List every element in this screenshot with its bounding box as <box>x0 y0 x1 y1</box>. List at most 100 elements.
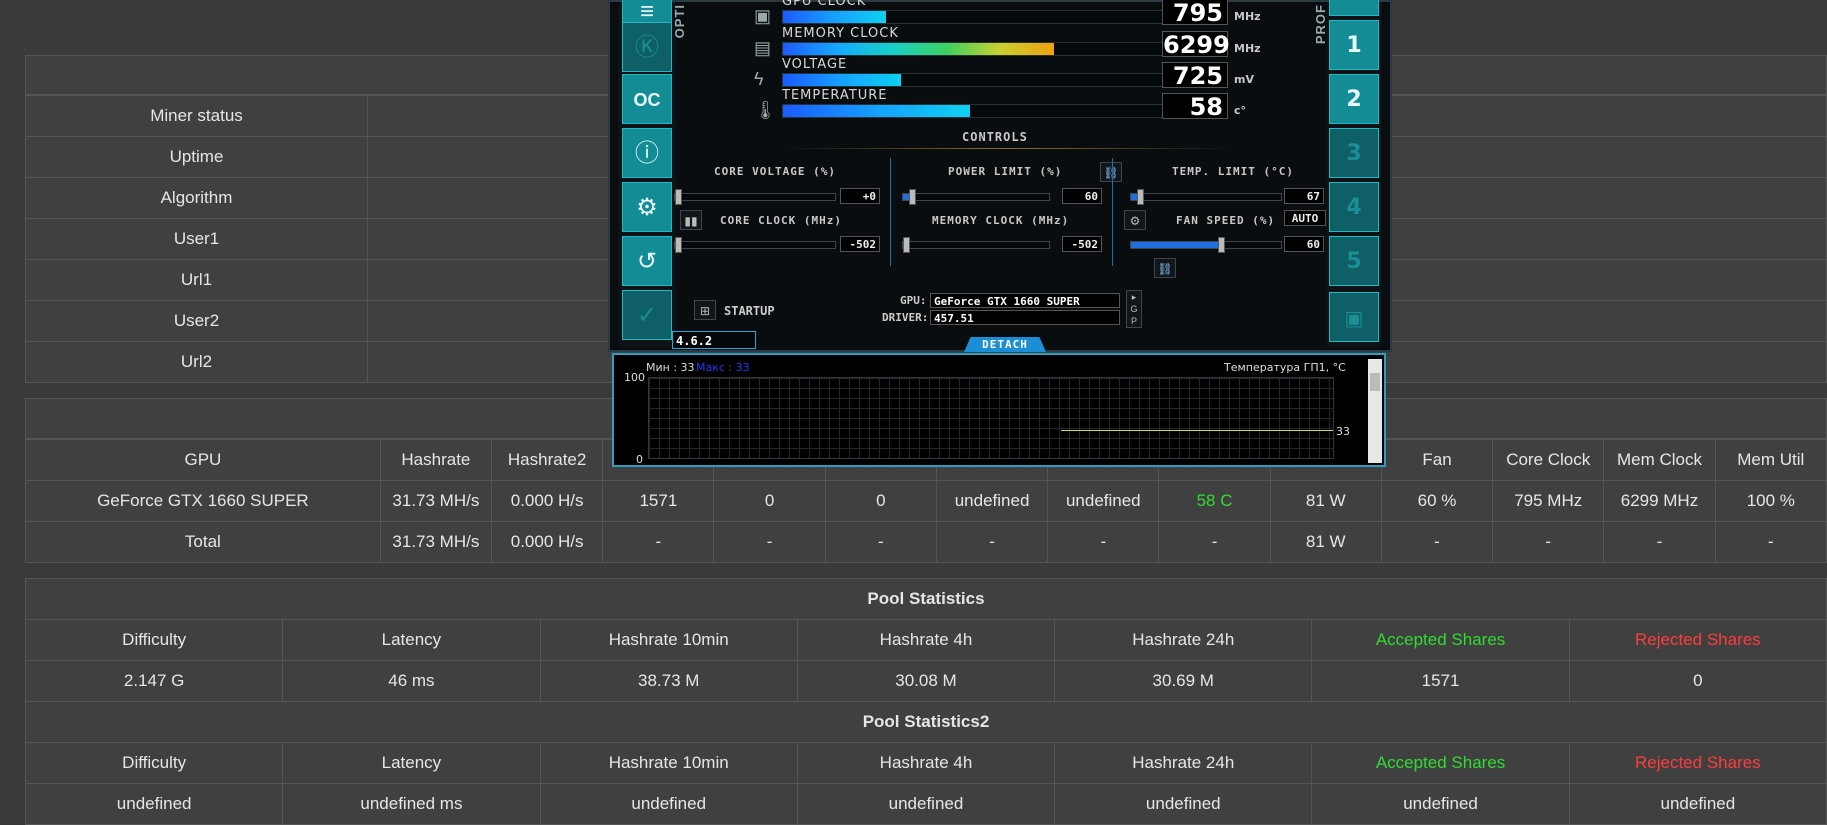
detach-button[interactable]: DETACH <box>964 337 1046 352</box>
thermometer-icon: 🌡 <box>754 100 777 120</box>
memory-clock-value[interactable]: -502 <box>1062 236 1102 252</box>
profile-top-button[interactable] <box>1329 0 1379 16</box>
summary-label: Algorithm <box>25 177 368 219</box>
core-voltage-slider[interactable] <box>674 189 836 205</box>
core-clock-label: CORE CLOCK (MHz) <box>720 214 842 227</box>
gpu-table-row: Total 31.73 MH/s 0.000 H/s - - - - - -81 W---- <box>25 521 1827 563</box>
profile-4-button[interactable]: 4 <box>1329 182 1379 232</box>
oc-scanner-icon[interactable]: OC <box>622 74 672 124</box>
fan-speed-value[interactable]: 60 <box>1284 236 1324 252</box>
afterburner-left-toolbar: ≡ Ⓚ OC ⓘ ⚙ ↺ ✓ <box>618 0 676 347</box>
fan-settings-gear-icon[interactable]: ⚙ <box>1124 210 1146 230</box>
gpu-table-cell: Total <box>25 521 381 563</box>
profile-2-button[interactable]: 2 <box>1329 74 1379 124</box>
power-limit-slider[interactable] <box>902 189 1050 205</box>
gpu-table-cell: 0 <box>713 480 826 522</box>
gpu-table-cell: - <box>1158 521 1271 563</box>
monitor-current-value: 33 <box>1336 425 1350 438</box>
settings-gear-icon[interactable]: ⚙ <box>622 182 672 232</box>
info-icon[interactable]: ⓘ <box>622 128 672 178</box>
link-icon[interactable]: ⛓ <box>1100 162 1122 182</box>
memory-clock-slider[interactable] <box>902 237 1050 253</box>
gpu-table-cell: - <box>1492 521 1605 563</box>
pool-statistics-table: Pool Statistics Difficulty Latency Hashrat… <box>24 578 1827 702</box>
meter-bar <box>782 10 1166 24</box>
gpu-label: GPU: <box>900 294 927 307</box>
controls-divider <box>782 148 1232 149</box>
meter-fill <box>783 105 971 117</box>
meter-fill <box>783 74 902 86</box>
pool-header: Hashrate 10min <box>539 619 798 661</box>
pool-value: 38.73 M <box>539 660 798 702</box>
meter-value: 58 <box>1162 93 1228 120</box>
gpu-table-cell: 60 % <box>1380 480 1494 522</box>
pool-statistics2-title: Pool Statistics2 <box>25 701 1827 743</box>
save-profile-icon[interactable]: ▣ <box>1329 292 1379 342</box>
driver-field: 457.51 <box>930 310 1120 325</box>
meter-fill <box>783 11 887 23</box>
pool-header: Hashrate 4h <box>796 619 1056 661</box>
kombustor-icon[interactable]: Ⓚ <box>622 22 672 72</box>
pool-header: Accepted Shares <box>1311 619 1570 661</box>
gpu-table-cell: 81 W <box>1269 480 1382 522</box>
profile-5-button[interactable]: 5 <box>1329 236 1379 286</box>
pool-value: undefined <box>24 783 284 825</box>
gpu-table-cell: 0 <box>824 480 937 522</box>
pool-value: 46 ms <box>282 660 541 702</box>
gpu-table-header: GPU <box>25 439 381 481</box>
core-clock-slider[interactable] <box>674 237 836 253</box>
reset-icon[interactable]: ↺ <box>622 236 672 286</box>
monitor-min-label: Мин : 33 <box>646 361 695 374</box>
power-limit-value[interactable]: 60 <box>1062 188 1102 204</box>
pool-header: Difficulty <box>24 619 284 661</box>
summary-label: Miner status <box>25 95 368 137</box>
gpu-table-cell: - <box>935 521 1049 563</box>
meter-bar <box>782 104 1166 118</box>
gpu-table-cell: - <box>1047 521 1160 563</box>
memory-clock-label: MEMORY CLOCK (MHz) <box>932 214 1070 227</box>
monitor-scrollbar[interactable] <box>1368 359 1382 463</box>
gpu-table-cell: 81 W <box>1269 521 1382 563</box>
core-clock-value[interactable]: -502 <box>840 236 880 252</box>
fan-speed-slider[interactable] <box>1130 237 1282 253</box>
meter-unit: c° <box>1234 104 1247 117</box>
curve-editor-icon[interactable]: ▮▮ <box>680 210 702 230</box>
gpu-table-header: Mem Clock <box>1603 439 1716 481</box>
fan-speed-knob[interactable] <box>1218 237 1225 253</box>
meter-bar <box>782 73 1166 87</box>
cpu-chip-icon: ▣ <box>754 6 772 26</box>
lightning-icon: ϟ <box>754 69 764 89</box>
pool-header: Latency <box>282 619 541 661</box>
gpu-table-cell: 795 MHz <box>1492 480 1605 522</box>
pool-statistics-title: Pool Statistics <box>25 578 1827 620</box>
version-field: 4.6.2 <box>672 331 756 349</box>
gpu-table-cell: 31.73 MH/s <box>379 521 493 563</box>
temp-limit-value[interactable]: 67 <box>1284 188 1324 204</box>
meter-unit: MHz <box>1234 42 1261 55</box>
apply-check-icon[interactable]: ✓ <box>622 290 672 340</box>
gpu-table-cell: GeForce GTX 1660 SUPER <box>25 480 381 522</box>
profile-3-button[interactable]: 3 <box>1329 128 1379 178</box>
pool-value: undefined <box>1311 783 1570 825</box>
pool-header: Hashrate 4h <box>796 742 1056 784</box>
pool-header: Rejected Shares <box>1568 742 1827 784</box>
pool-header: Hashrate 10min <box>539 742 798 784</box>
fan-link-icon[interactable]: ⛓ <box>1154 258 1176 278</box>
meter-fill <box>783 43 1055 55</box>
control-divider-right <box>1112 158 1113 266</box>
temp-limit-slider[interactable] <box>1130 189 1282 205</box>
meter-bar <box>782 42 1166 56</box>
fan-auto-button[interactable]: AUTO <box>1284 210 1326 226</box>
pool-value: 2.147 G <box>24 660 284 702</box>
profile-1-button[interactable]: 1 <box>1329 20 1379 70</box>
monitor-title: Температура ГП1, °C <box>1224 361 1346 374</box>
oc-vertical-label: OPTI <box>672 4 687 39</box>
profile-vertical-label: PROF <box>1313 4 1328 45</box>
gpu-table-header: Hashrate <box>379 439 493 481</box>
core-voltage-value[interactable]: +0 <box>840 188 880 204</box>
power-limit-label: POWER LIMIT (%) <box>948 165 1063 178</box>
gpu-select-icon[interactable]: ▸ G P <box>1126 290 1142 328</box>
windows-startup-icon[interactable]: ⊞ <box>694 300 716 320</box>
pool-value: 30.69 M <box>1054 660 1313 702</box>
monitor-graph <box>648 377 1334 459</box>
